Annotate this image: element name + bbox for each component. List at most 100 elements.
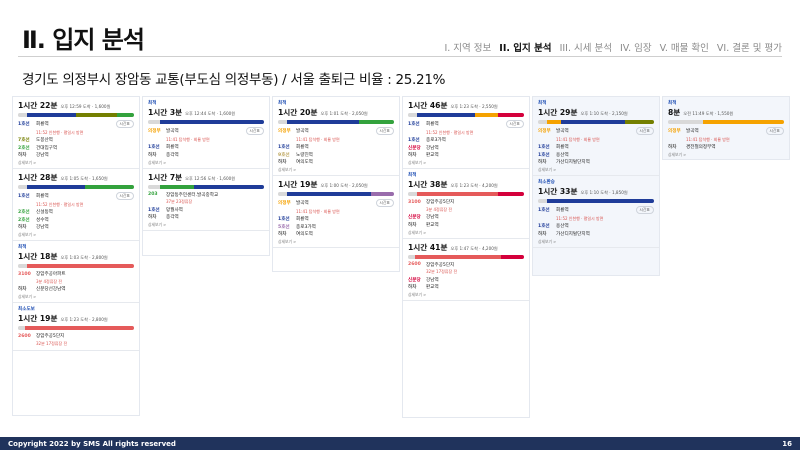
station-name: 장암주공5단지	[426, 262, 455, 268]
step-detail: 11:52 인천행 · 평일시 방면	[18, 130, 134, 136]
timeline-segment	[408, 113, 418, 117]
route-card[interactable]: 최적 1시간 18분 오후 1:03 도착 · 2,800원 3100 장암주공아파트 3…	[13, 241, 139, 303]
nav-item-1[interactable]: I. 지역 정보	[444, 40, 491, 54]
route-card[interactable]: 1시간 41분 오후 1:47 도착 · 4,200원 2600 장암주공5단지 32분…	[403, 239, 529, 301]
transit-line-label: 1호선	[538, 145, 550, 150]
route-card[interactable]: 최소환승 1시간 33분 오후 1:10 도착 · 1,850원 1호선 회룡역 시간표 1…	[533, 176, 659, 248]
station-name: 신설동역	[36, 210, 53, 215]
route-step: 2600 장암주공5단지	[18, 333, 134, 340]
route-step: 의정부 발곡역 시간표	[538, 127, 654, 135]
footer-bar: Copyright 2022 by SMS All rights reserve…	[0, 437, 800, 450]
details-link[interactable]: 상세보기 >	[538, 239, 654, 245]
transit-line-label: 2600	[18, 333, 31, 339]
route-card[interactable]: 1시간 7분 오후 12:56 도착 · 1,600원 203 장암동주민센터.발곡중…	[143, 169, 269, 231]
route-step: 하차 종각역	[148, 214, 264, 220]
route-card[interactable]: 최적 8분 오전 11:49 도착 · 1,550원 의정부 발곡역 시간표 11:41 탑…	[663, 97, 789, 159]
step-detail: 37분 23정류장	[148, 199, 264, 205]
station-name: 용산역	[556, 224, 569, 229]
route-card[interactable]: 최적 1시간 29분 오후 1:10 도착 · 2,150원 의정부 발곡역 시간표 11:…	[533, 97, 659, 176]
timetable-button[interactable]: 시간표	[765, 127, 784, 135]
transit-line-label: 5호선	[278, 224, 290, 230]
station-name: 발곡역	[686, 129, 699, 134]
nav-item-2[interactable]: II. 입지 분석	[499, 40, 551, 54]
step-detail-text: 11:41 탑석행 · 회룡 방면	[686, 136, 730, 142]
route-arrival-fare: 오전 11:49 도착 · 1,550원	[683, 111, 734, 116]
route-step: 1호선 회룡역 시간표	[18, 120, 134, 128]
timeline-segment	[408, 254, 415, 259]
station-name: 도봉산역	[36, 138, 53, 143]
route-duration: 1시간 7분	[148, 172, 183, 182]
details-link[interactable]: 상세보기 >	[668, 152, 784, 158]
transit-line-label: 2호선	[18, 217, 30, 223]
details-link[interactable]: 상세보기 >	[408, 160, 524, 166]
details-link[interactable]: 상세보기 >	[408, 230, 524, 236]
route-duration: 1시간 28분	[18, 173, 58, 182]
route-panel-1: 1시간 22분 오후 12:59 도착 · 1,600원 1호선 회룡역 시간표 11:5…	[12, 96, 140, 416]
route-step: 1호선 회룡역	[278, 216, 394, 222]
transit-line-label: 하차	[278, 160, 287, 165]
nav-item-6[interactable]: VI. 결론 및 평가	[717, 40, 782, 54]
timetable-button[interactable]: 시간표	[635, 206, 654, 214]
station-name: 회룡역	[556, 208, 569, 213]
route-card[interactable]: 최적 1시간 38분 오후 1:23 도착 · 4,200원 3100 장암주공5단지 3…	[403, 169, 529, 239]
route-arrival-fare: 오후 1:23 도착 · 2,800원	[60, 317, 108, 322]
timeline-segment	[18, 326, 25, 330]
station-name: 장암주공5단지	[426, 200, 455, 205]
details-link[interactable]: 상세보기 >	[18, 232, 134, 238]
route-tag: 최적	[278, 101, 287, 106]
step-detail-text: 37분 23정류장	[166, 199, 193, 204]
route-timeline-bar	[408, 113, 524, 117]
transit-line-label: 하차	[278, 232, 287, 237]
nav-item-4[interactable]: IV. 임장	[620, 40, 652, 54]
route-card[interactable]: 1시간 28분 오후 1:05 도착 · 1,650원 1호선 회룡역 시간표 11:52…	[13, 169, 139, 241]
details-link[interactable]: 상세보기 >	[18, 160, 134, 166]
transit-line-label: 신분당	[408, 277, 421, 283]
timetable-button[interactable]: 시간표	[375, 127, 394, 135]
timetable-button[interactable]: 시간표	[505, 120, 524, 128]
station-name: 종로3가역	[296, 224, 316, 230]
route-card[interactable]: 최소도보 1시간 19분 오후 1:23 도착 · 2,800원 2600 장암주공5단…	[13, 303, 139, 351]
route-step: 하차 가산디지털단지역	[538, 231, 654, 237]
route-card[interactable]: 1시간 22분 오후 12:59 도착 · 1,600원 1호선 회룡역 시간표 11:5…	[13, 97, 139, 169]
details-link[interactable]: 상세보기 >	[278, 167, 394, 173]
nav-item-5[interactable]: V. 매물 확인	[660, 40, 709, 54]
details-link[interactable]: 상세보기 >	[278, 239, 394, 245]
route-card[interactable]: 최적 1시간 3분 오후 12:44 도착 · 1,600원 의정부 발곡역 시간표 11:…	[143, 97, 269, 169]
station-name: 종로3가역	[426, 138, 446, 143]
route-step: 하차 강남역	[18, 152, 134, 158]
station-name: 가산디지털단지역	[556, 160, 590, 165]
details-link[interactable]: 상세보기 >	[148, 160, 264, 166]
details-link[interactable]: 상세보기 >	[148, 222, 264, 228]
route-step: 신분당 강남역	[408, 214, 524, 220]
details-link[interactable]: 상세보기 >	[538, 167, 654, 173]
nav-item-3[interactable]: III. 시세 분석	[560, 40, 612, 54]
route-card[interactable]: 1시간 19분 오후 1:00 도착 · 2,050원 의정부 발곡역 시간표 11:41…	[273, 176, 399, 248]
timeline-segment	[159, 184, 195, 189]
route-card[interactable]: 1시간 46분 오후 1:23 도착 · 2,550원 1호선 회룡역 시간표 11:52…	[403, 97, 529, 169]
footer-copyright: Copyright 2022 by SMS All rights reserve…	[8, 439, 176, 448]
step-detail-text: 11:41 탑석행 · 회룡 방면	[296, 208, 340, 214]
details-link[interactable]: 상세보기 >	[18, 294, 134, 300]
step-detail: 11:41 탑석행 · 회룡 방면	[278, 137, 394, 143]
timetable-button[interactable]: 시간표	[635, 127, 654, 135]
route-panel-4: 1시간 46분 오후 1:23 도착 · 2,550원 1호선 회룡역 시간표 11:52…	[402, 96, 530, 418]
station-name: 발곡역	[296, 129, 309, 134]
route-step: 하차 가산디지털단지역	[538, 159, 654, 165]
route-duration: 1시간 29분	[538, 108, 578, 117]
transit-line-label: 1호선	[408, 122, 420, 127]
route-duration: 1시간 3분	[148, 108, 183, 117]
timetable-button[interactable]: 시간표	[115, 120, 134, 128]
timetable-button[interactable]: 시간표	[115, 192, 134, 200]
step-detail-text: 11:52 인천행 · 평일시 방면	[556, 215, 604, 221]
timetable-button[interactable]: 시간표	[375, 199, 394, 207]
timetable-button[interactable]: 시간표	[245, 127, 264, 135]
route-step: 1호선 회룡역	[148, 144, 264, 150]
timeline-segment	[475, 113, 499, 117]
route-step: 2600 장암주공5단지	[408, 262, 524, 268]
step-detail-text: 11:52 인천행 · 평일시 방면	[426, 129, 474, 135]
transit-line-label: 하차	[538, 231, 547, 237]
route-card[interactable]: 최적 1시간 20분 오후 1:01 도착 · 2,050원 의정부 발곡역 시간표 11:…	[273, 97, 399, 176]
route-step: 2호선 신설동역	[18, 209, 134, 215]
details-link[interactable]: 상세보기 >	[408, 292, 524, 298]
step-detail: 3분 4정류장 전	[18, 279, 134, 285]
